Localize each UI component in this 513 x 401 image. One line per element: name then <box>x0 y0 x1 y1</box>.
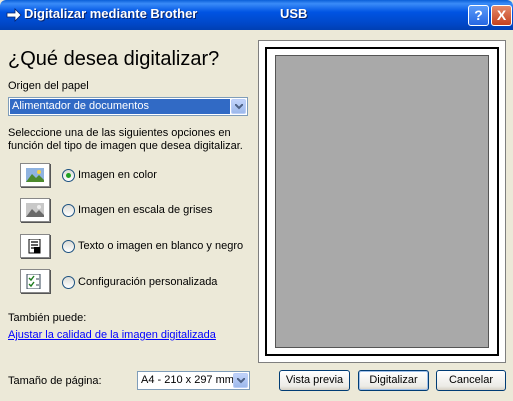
page-size-value: A4 - 210 x 297 mm <box>141 374 234 386</box>
cancel-button[interactable]: Cancelar <box>436 370 506 391</box>
paper-source-value: Alimentador de documentos <box>10 99 230 114</box>
instructions-text: Seleccione una de las siguientes opcione… <box>8 127 243 152</box>
bw-text-radio[interactable] <box>62 240 75 253</box>
paper-source-label: Origen del papel <box>8 80 89 92</box>
preview-frame <box>265 47 499 356</box>
also-label: También puede: <box>8 312 87 324</box>
grayscale-image-radio[interactable] <box>62 204 75 217</box>
color-image-label[interactable]: Imagen en color <box>78 169 157 181</box>
color-image-radio[interactable] <box>62 169 75 182</box>
help-button[interactable]: ? <box>468 5 489 26</box>
bw-text-icon[interactable] <box>20 234 50 258</box>
page-size-label: Tamaño de página: <box>8 375 102 387</box>
scan-dialog: Digitalizar mediante Brother USB ? X ¿Qu… <box>0 0 513 401</box>
preview-area <box>258 40 506 363</box>
close-button[interactable]: X <box>491 5 512 26</box>
paper-source-select[interactable]: Alimentador de documentos <box>8 97 248 116</box>
page-heading: ¿Qué desea digitalizar? <box>8 48 220 70</box>
chevron-down-icon[interactable] <box>233 373 248 388</box>
custom-settings-label[interactable]: Configuración personalizada <box>78 276 217 288</box>
connection-label: USB <box>280 6 308 21</box>
chevron-down-icon[interactable] <box>231 99 246 114</box>
color-photo-icon[interactable] <box>20 163 50 187</box>
preview-page <box>275 55 489 348</box>
window-title: Digitalizar mediante Brother <box>24 6 198 21</box>
custom-settings-icon[interactable] <box>20 269 50 293</box>
grayscale-image-label[interactable]: Imagen en escala de grises <box>78 204 213 216</box>
title-bar[interactable]: Digitalizar mediante Brother USB ? X <box>0 0 513 30</box>
page-size-select[interactable]: A4 - 210 x 297 mm <box>137 371 250 390</box>
scan-arrow-icon <box>6 8 22 22</box>
scan-button[interactable]: Digitalizar <box>358 370 429 391</box>
preview-button[interactable]: Vista previa <box>279 370 350 391</box>
grayscale-photo-icon[interactable] <box>20 198 50 222</box>
adjust-quality-link[interactable]: Ajustar la calidad de la imagen digitali… <box>8 329 216 341</box>
bw-text-label[interactable]: Texto o imagen en blanco y negro <box>78 240 243 252</box>
custom-settings-radio[interactable] <box>62 276 75 289</box>
